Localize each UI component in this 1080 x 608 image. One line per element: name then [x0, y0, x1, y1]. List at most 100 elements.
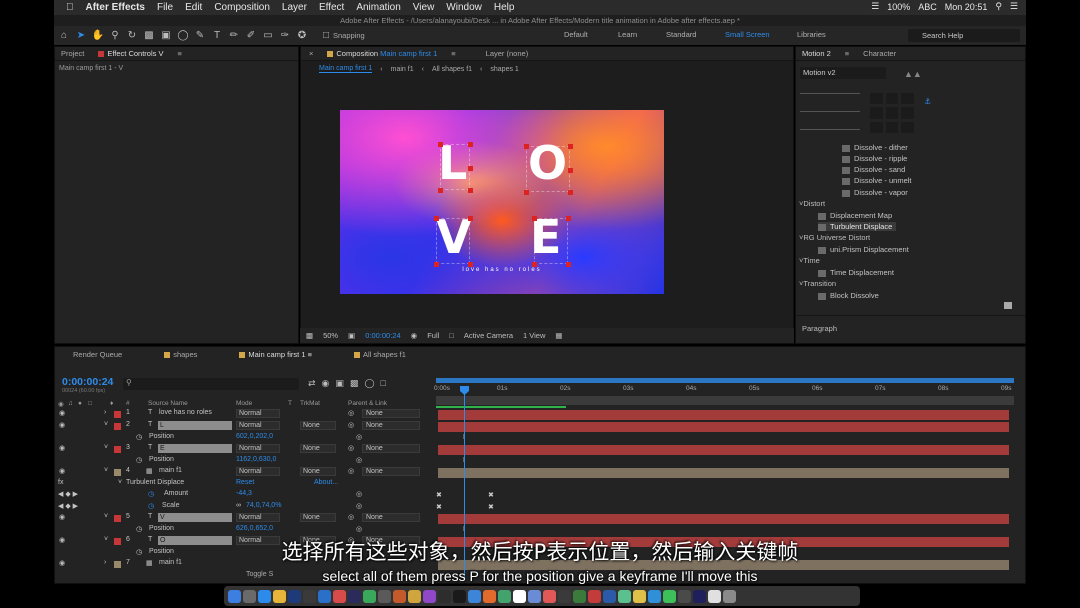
eye-icon[interactable]: ◉: [59, 513, 65, 521]
effect-item[interactable]: Block Dissolve: [818, 291, 879, 300]
anchor-cell[interactable]: [901, 107, 914, 119]
photoshop-icon[interactable]: [288, 589, 301, 603]
clone-stamp-tool-icon[interactable]: ✐: [244, 29, 258, 43]
effect-item[interactable]: Dissolve - dither: [842, 143, 908, 152]
effect-item[interactable]: Displacement Map: [818, 211, 892, 220]
property-row[interactable]: ◷ Position 626,0,652,0 ◎: [54, 525, 436, 537]
label-tag-icon[interactable]: ♦: [110, 400, 113, 407]
work-area-bar[interactable]: [436, 378, 1014, 383]
menu-layer[interactable]: Layer: [282, 2, 307, 13]
app-icon[interactable]: [423, 589, 436, 603]
app-icon[interactable]: [678, 589, 691, 603]
layer-label-color[interactable]: [114, 515, 121, 522]
home-icon[interactable]: ⌂: [57, 29, 71, 43]
tab-layer[interactable]: Layer (none): [486, 49, 529, 58]
eye-icon[interactable]: ◉: [59, 421, 65, 429]
app-icon[interactable]: [543, 589, 556, 603]
resolution-select[interactable]: Full: [427, 331, 439, 340]
keyframe-marker[interactable]: ✖: [436, 503, 442, 511]
pick-whip-icon[interactable]: ◎: [356, 456, 362, 464]
puppet-tool-icon[interactable]: ✪: [295, 29, 309, 43]
property-value[interactable]: 74,0,74,0%: [246, 502, 281, 509]
app-icon[interactable]: [468, 589, 481, 603]
menu-view[interactable]: View: [413, 2, 435, 13]
menu-app-name[interactable]: After Effects: [86, 2, 145, 13]
stopwatch-icon[interactable]: ◷: [136, 433, 142, 441]
word-icon[interactable]: [603, 589, 616, 603]
app-icon[interactable]: [498, 589, 511, 603]
menu-animation[interactable]: Animation: [356, 2, 400, 13]
pick-whip-icon[interactable]: ◎: [356, 433, 362, 441]
new-folder-icon[interactable]: [1004, 302, 1012, 309]
comp-timecode[interactable]: 0:00:00:24: [365, 331, 400, 340]
app-icon[interactable]: [708, 589, 721, 603]
transform-handle[interactable]: [524, 144, 529, 149]
apple-icon[interactable]: : [66, 2, 74, 13]
menu-effect[interactable]: Effect: [319, 2, 344, 13]
property-value[interactable]: 602,0,202,0: [236, 433, 273, 440]
pick-whip-icon[interactable]: ◎: [356, 490, 362, 498]
premiere-icon[interactable]: [693, 589, 706, 603]
app-icon[interactable]: [558, 589, 571, 603]
workspace-libraries[interactable]: Libraries: [797, 30, 826, 39]
keyframe-marker[interactable]: ✖: [488, 503, 494, 511]
layer-row[interactable]: ◉ ˅ 5 T V Normal None ◎ None: [54, 513, 436, 525]
app-icon[interactable]: [378, 589, 391, 603]
collapse-icon[interactable]: ˅: [104, 421, 108, 428]
effect-item[interactable]: Dissolve - vapor: [842, 188, 908, 197]
layer-label-color[interactable]: [114, 446, 121, 453]
wifi-icon[interactable]: ☰: [871, 1, 879, 12]
breadcrumb-item-all-shapes[interactable]: All shapes f1: [432, 66, 472, 73]
transform-handle[interactable]: [468, 166, 473, 171]
camera-select[interactable]: Active Camera: [464, 331, 513, 340]
col-num[interactable]: #: [126, 400, 130, 407]
mode-select[interactable]: Normal: [236, 409, 280, 418]
hand-tool-icon[interactable]: ✋: [91, 29, 105, 43]
effect-category[interactable]: ˅Time: [799, 256, 820, 265]
timeline-timecode[interactable]: 0:00:00:24: [62, 376, 113, 388]
layer-name-selected[interactable]: V: [158, 513, 232, 522]
effect-row[interactable]: fx ˅ Turbulent Displace Reset About...: [54, 479, 436, 491]
layer-name-selected[interactable]: E: [158, 444, 232, 453]
composition-viewer[interactable]: L O V E love has no roles: [340, 110, 664, 294]
time-navigator[interactable]: [436, 396, 1014, 405]
draft-3d-icon[interactable]: ◉: [322, 378, 330, 389]
solo-icon[interactable]: ●: [78, 400, 82, 407]
layer-row[interactable]: ◉ ˅ 3 T E Normal None ◎ None: [54, 444, 436, 456]
chrome-icon[interactable]: [273, 589, 286, 603]
constrain-link-icon[interactable]: ∞: [236, 502, 241, 509]
panel-menu-icon[interactable]: ≡: [177, 49, 181, 58]
safe-area-icon[interactable]: ▣: [348, 331, 355, 340]
eye-icon[interactable]: ◉: [59, 467, 65, 475]
layer-name[interactable]: main f1: [159, 467, 182, 474]
audio-icon[interactable]: ♫: [68, 400, 73, 407]
camera-tool-icon[interactable]: ▩: [142, 29, 156, 43]
anchor-cell[interactable]: [901, 121, 914, 133]
tab-effect-controls[interactable]: Effect Controls V: [107, 49, 163, 58]
tab-render-queue[interactable]: Render Queue: [73, 350, 122, 359]
selection-tool-icon[interactable]: ➤: [74, 29, 88, 43]
collapse-icon[interactable]: ˅: [104, 513, 108, 520]
workspace-learn[interactable]: Learn: [618, 30, 637, 39]
app-icon[interactable]: [633, 589, 646, 603]
tab-character[interactable]: Character: [863, 49, 896, 58]
motion-slider[interactable]: [800, 111, 860, 112]
layer-row[interactable]: ◉ › 1 T love has no roles Normal ◎ None: [54, 409, 436, 421]
anchor-cell[interactable]: [885, 107, 899, 119]
app-icon[interactable]: [483, 589, 496, 603]
app-icon[interactable]: [303, 589, 316, 603]
panel-menu-icon[interactable]: ≡: [845, 49, 849, 58]
pick-whip-icon[interactable]: ◎: [348, 467, 354, 475]
parent-select[interactable]: None: [362, 444, 420, 453]
eye-icon[interactable]: ◉: [59, 444, 65, 452]
col-source-name[interactable]: Source Name: [148, 400, 188, 407]
parent-select[interactable]: None: [362, 467, 420, 476]
motion-version-select[interactable]: Motion v2: [800, 67, 886, 79]
zoom-select[interactable]: 50%: [323, 331, 338, 340]
menu-file[interactable]: File: [157, 2, 173, 13]
trkmat-select[interactable]: None: [300, 421, 336, 430]
property-row[interactable]: ◷ Position 602,0,202,0 ◎: [54, 433, 436, 445]
pick-whip-icon[interactable]: ◎: [356, 502, 362, 510]
finder-icon[interactable]: [228, 589, 241, 603]
menu-help[interactable]: Help: [494, 2, 515, 13]
